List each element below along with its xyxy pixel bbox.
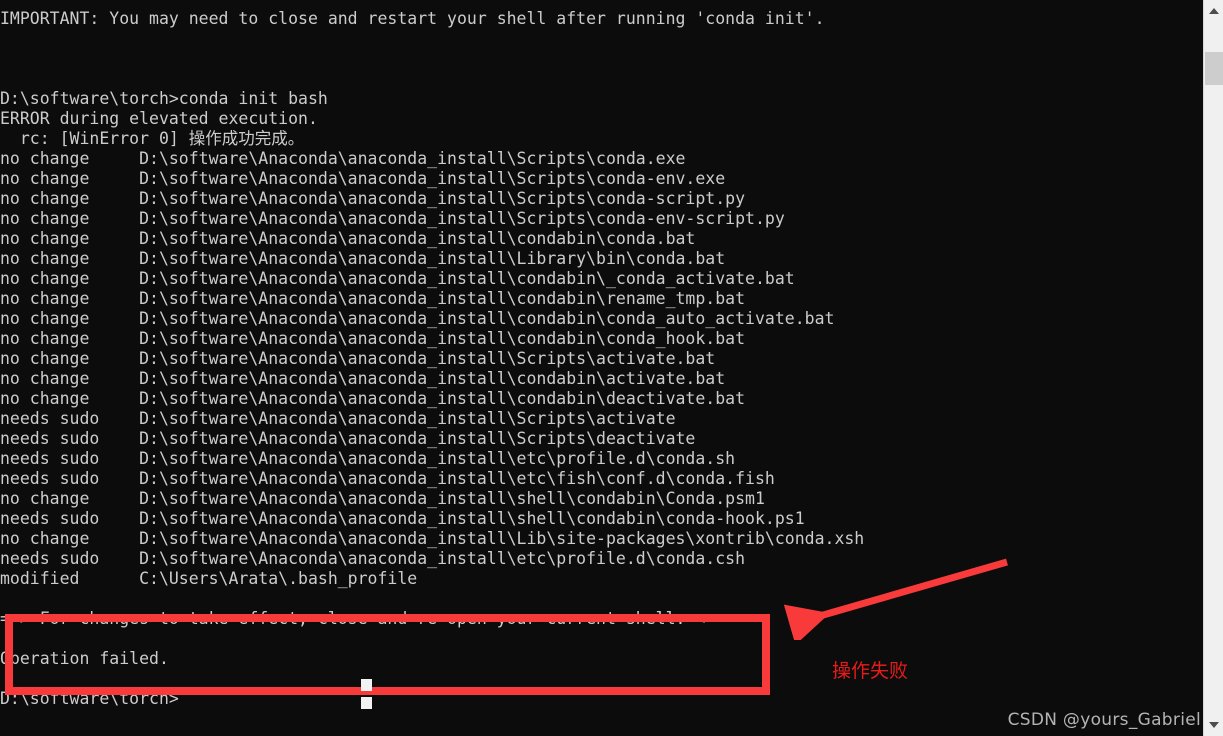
terminal-output[interactable]: IMPORTANT: You may need to close and res… xyxy=(0,0,1203,736)
terminal-line: needs sudo D:\software\Anaconda\anaconda… xyxy=(0,429,696,448)
terminal-line: ERROR during elevated execution. xyxy=(0,109,318,128)
terminal-line: ==> For changes to take effect, close an… xyxy=(0,609,726,628)
vertical-scrollbar[interactable] xyxy=(1203,0,1223,736)
command-prompt-window: IMPORTANT: You may need to close and res… xyxy=(0,0,1223,736)
terminal-line: no change D:\software\Anaconda\anaconda_… xyxy=(0,309,835,328)
scrollbar-thumb[interactable] xyxy=(1205,52,1223,85)
terminal-line: no change D:\software\Anaconda\anaconda_… xyxy=(0,269,795,288)
terminal-line: no change D:\software\Anaconda\anaconda_… xyxy=(0,189,746,208)
terminal-line: rc: [WinError 0] 操作成功完成。 xyxy=(0,129,305,148)
terminal-line: needs sudo D:\software\Anaconda\anaconda… xyxy=(0,549,746,568)
terminal-line: no change D:\software\Anaconda\anaconda_… xyxy=(0,349,716,368)
terminal-line: no change D:\software\Anaconda\anaconda_… xyxy=(0,369,726,388)
terminal-line: needs sudo D:\software\Anaconda\anaconda… xyxy=(0,469,775,488)
terminal-line: no change D:\software\Anaconda\anaconda_… xyxy=(0,149,686,168)
terminal-line: needs sudo D:\software\Anaconda\anaconda… xyxy=(0,409,676,428)
terminal-line: no change D:\software\Anaconda\anaconda_… xyxy=(0,229,696,248)
terminal-line: Operation failed. xyxy=(0,649,169,668)
terminal-line: no change D:\software\Anaconda\anaconda_… xyxy=(0,329,746,348)
chevron-up-icon xyxy=(1208,8,1219,14)
scroll-down-button[interactable] xyxy=(1204,714,1223,736)
chevron-down-icon xyxy=(1208,722,1219,728)
terminal-line: no change D:\software\Anaconda\anaconda_… xyxy=(0,529,865,548)
terminal-line: no change D:\software\Anaconda\anaconda_… xyxy=(0,209,785,228)
terminal-line: no change D:\software\Anaconda\anaconda_… xyxy=(0,169,726,188)
scrollbar-track[interactable] xyxy=(1204,22,1223,714)
terminal-line: no change D:\software\Anaconda\anaconda_… xyxy=(0,489,765,508)
terminal-line: no change D:\software\Anaconda\anaconda_… xyxy=(0,249,726,268)
scroll-up-button[interactable] xyxy=(1204,0,1223,22)
terminal-line: D:\software\torch>conda init bash xyxy=(0,89,328,108)
terminal-line: IMPORTANT: You may need to close and res… xyxy=(0,9,825,28)
watermark-text: CSDN @yours_Gabriel xyxy=(1007,710,1201,730)
terminal-line: needs sudo D:\software\Anaconda\anaconda… xyxy=(0,449,736,468)
terminal-line: modified C:\Users\Arata\.bash_profile xyxy=(0,569,418,588)
terminal-line: needs sudo D:\software\Anaconda\anaconda… xyxy=(0,509,805,528)
terminal-line: no change D:\software\Anaconda\anaconda_… xyxy=(0,289,746,308)
terminal-line: D:\software\torch> xyxy=(0,689,179,708)
terminal-line: no change D:\software\Anaconda\anaconda_… xyxy=(0,389,746,408)
